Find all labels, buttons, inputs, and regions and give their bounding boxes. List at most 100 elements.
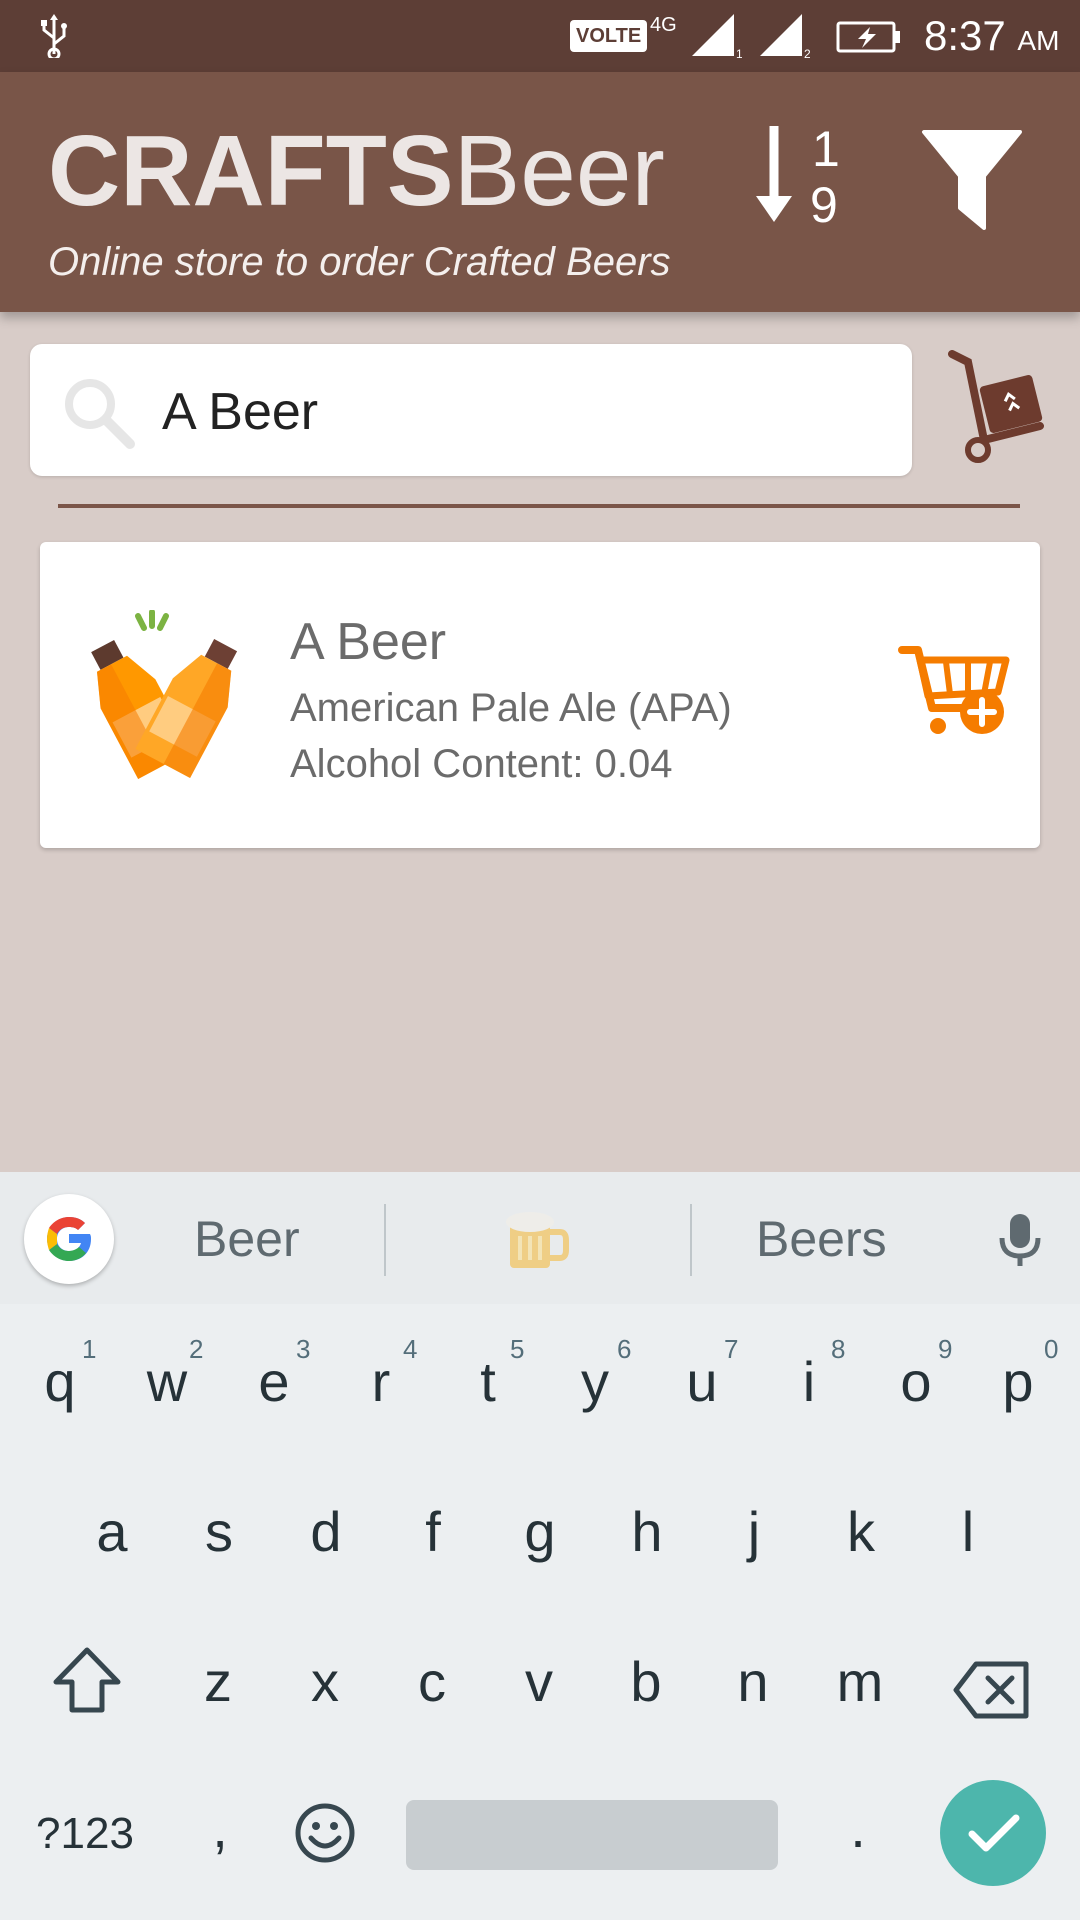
key-u[interactable]: u7 — [652, 1322, 752, 1442]
key-f[interactable]: f — [383, 1472, 483, 1592]
signal-sim1-icon: 1 — [692, 14, 742, 60]
key-hint: 3 — [296, 1334, 311, 1364]
search-divider — [58, 504, 1020, 508]
done-button[interactable] — [940, 1780, 1046, 1886]
clock: 8:37 AM — [924, 12, 1059, 60]
key-label: e — [258, 1350, 290, 1413]
key-label: j — [747, 1500, 761, 1563]
app-title-regular: Beer — [453, 115, 665, 227]
key-o[interactable]: o9 — [866, 1322, 966, 1442]
key-n[interactable]: n — [703, 1622, 803, 1742]
key-hint: 5 — [510, 1334, 525, 1364]
done-check-icon — [968, 1814, 1020, 1852]
key-k[interactable]: k — [811, 1472, 911, 1592]
key-label: s — [205, 1500, 233, 1563]
key-b[interactable]: b — [596, 1622, 696, 1742]
status-bar: VOLTE 4G 1 2 8:37 AM — [0, 0, 1080, 72]
key-hint: 0 — [1044, 1334, 1059, 1364]
key-a[interactable]: a — [62, 1472, 162, 1592]
key-j[interactable]: j — [704, 1472, 804, 1592]
key-label: w — [146, 1350, 188, 1413]
volte-badge: VOLTE — [570, 20, 648, 52]
key-label: b — [630, 1650, 662, 1713]
search-box[interactable] — [30, 344, 912, 476]
key-label: n — [737, 1650, 769, 1713]
svg-text:2: 2 — [804, 47, 810, 60]
key-w[interactable]: w2 — [117, 1322, 217, 1442]
backspace-icon[interactable] — [952, 1660, 1032, 1720]
sort-numeric-icon[interactable]: 1 9 — [752, 122, 852, 242]
app-bar: CRAFTSBeer Online store to order Crafted… — [0, 72, 1080, 312]
key-symbols[interactable]: ?123 — [20, 1774, 150, 1894]
emoji-icon[interactable] — [294, 1802, 356, 1864]
key-label: p — [1002, 1350, 1034, 1413]
search-input[interactable] — [162, 374, 882, 450]
key-label: v — [525, 1650, 553, 1713]
key-label: c — [418, 1650, 446, 1713]
key-s[interactable]: s — [169, 1472, 269, 1592]
clock-time: 8:37 — [924, 12, 1006, 59]
key-h[interactable]: h — [597, 1472, 697, 1592]
key-label: d — [310, 1500, 342, 1563]
key-hint: 1 — [82, 1334, 97, 1364]
beer-mug-emoji[interactable] — [500, 1208, 570, 1272]
space-bar[interactable] — [406, 1800, 778, 1870]
key-p[interactable]: p0 — [968, 1322, 1068, 1442]
suggestion-2[interactable]: Beers — [756, 1210, 887, 1268]
sort-label-bottom: 9 — [810, 177, 838, 233]
app-title-bold: CRAFTS — [48, 115, 454, 227]
key-label: . — [850, 1796, 866, 1859]
keyboard: Beer Beers q1 w2 e3 r4 t5 y6 u7 i8 o9 p0… — [0, 1172, 1080, 1920]
filter-icon[interactable] — [920, 128, 1024, 236]
key-l[interactable]: l — [918, 1472, 1018, 1592]
microphone-icon[interactable] — [994, 1212, 1046, 1268]
product-name: A Beer — [290, 613, 447, 671]
key-q[interactable]: q1 — [10, 1322, 110, 1442]
shift-icon[interactable] — [50, 1644, 124, 1716]
key-d[interactable]: d — [276, 1472, 376, 1592]
key-label: r — [371, 1350, 391, 1413]
key-i[interactable]: i8 — [759, 1322, 859, 1442]
key-label: o — [900, 1350, 932, 1413]
key-hint: 6 — [617, 1334, 632, 1364]
product-alcohol: Alcohol Content: 0.04 — [290, 742, 673, 786]
key-label: f — [425, 1500, 441, 1563]
key-label: u — [686, 1350, 718, 1413]
key-y[interactable]: y6 — [545, 1322, 645, 1442]
signal-sim2-icon: 2 — [760, 14, 810, 60]
battery-charging-icon — [836, 21, 900, 53]
cart-trolley-icon[interactable] — [944, 350, 1044, 466]
key-period[interactable]: . — [808, 1768, 908, 1888]
key-comma[interactable]: , — [170, 1768, 270, 1888]
key-label: a — [96, 1500, 128, 1563]
key-hint: 2 — [189, 1334, 204, 1364]
google-icon[interactable] — [24, 1194, 114, 1284]
key-label: h — [631, 1500, 663, 1563]
product-card[interactable]: A Beer American Pale Ale (APA) Alcohol C… — [40, 542, 1040, 848]
key-r[interactable]: r4 — [331, 1322, 431, 1442]
key-e[interactable]: e3 — [224, 1322, 324, 1442]
key-t[interactable]: t5 — [438, 1322, 538, 1442]
key-c[interactable]: c — [382, 1622, 482, 1742]
key-label: i — [802, 1350, 816, 1413]
suggestion-strip: Beer Beers — [0, 1172, 1080, 1304]
key-v[interactable]: v — [489, 1622, 589, 1742]
usb-icon — [41, 14, 67, 58]
app-title: CRAFTSBeer — [48, 116, 665, 226]
key-label: m — [836, 1650, 884, 1713]
key-label: z — [204, 1650, 232, 1713]
key-z[interactable]: z — [168, 1622, 268, 1742]
key-hint: 7 — [724, 1334, 739, 1364]
key-label: y — [581, 1350, 609, 1413]
key-x[interactable]: x — [275, 1622, 375, 1742]
add-to-cart-icon[interactable] — [898, 642, 1014, 746]
suggestion-divider — [690, 1204, 692, 1276]
key-label: q — [44, 1350, 76, 1413]
suggestion-divider — [384, 1204, 386, 1276]
key-hint: 9 — [938, 1334, 953, 1364]
key-m[interactable]: m — [810, 1622, 910, 1742]
suggestion-1[interactable]: Beer — [194, 1210, 300, 1268]
key-g[interactable]: g — [490, 1472, 590, 1592]
key-hint: 8 — [831, 1334, 846, 1364]
svg-text:1: 1 — [736, 47, 742, 60]
